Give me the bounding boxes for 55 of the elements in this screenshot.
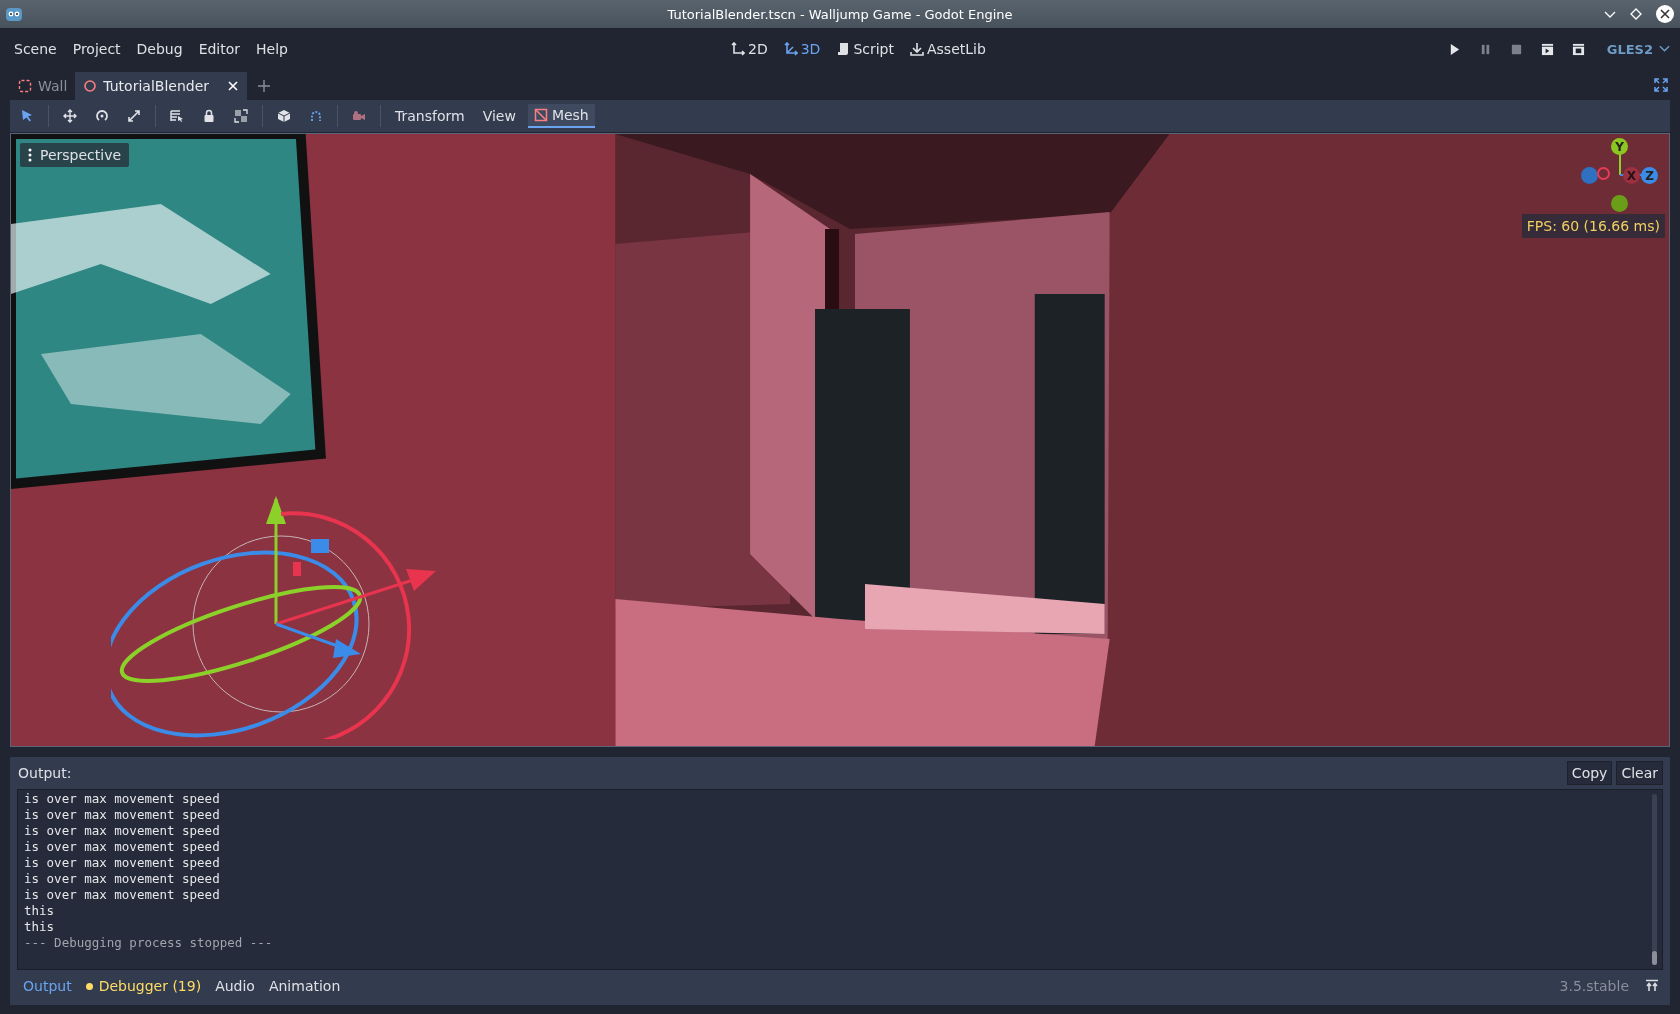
clapperboard-icon[interactable] xyxy=(1571,42,1585,56)
scene-tab[interactable]: TutorialBlender xyxy=(75,72,248,100)
log-line: is over max movement speed xyxy=(23,887,221,903)
log-line: is over max movement speed xyxy=(23,839,221,855)
workspace-button[interactable]: 3D xyxy=(779,37,825,61)
fps-label: FPS: 60 (16.66 ms) xyxy=(1521,214,1665,238)
menu-item[interactable]: Debug xyxy=(128,37,191,61)
workspace-button[interactable]: AssetLib xyxy=(906,37,990,61)
workspace-button[interactable]: Script xyxy=(832,37,898,61)
mesh-icon xyxy=(533,108,548,122)
log-line: is over max movement speed xyxy=(23,791,221,807)
renderer-dropdown[interactable]: GLES2 xyxy=(1602,37,1674,61)
two-d-icon xyxy=(731,42,745,56)
caret-icon xyxy=(1659,45,1670,53)
log-line: --- Debugging process stopped --- xyxy=(23,935,274,951)
expand-panel-icon[interactable] xyxy=(1645,979,1659,993)
close-icon[interactable] xyxy=(1656,5,1674,23)
scene-tab[interactable]: Wall xyxy=(10,72,76,100)
scrollbar[interactable] xyxy=(1652,794,1657,965)
workspace-button[interactable]: 2D xyxy=(727,37,772,61)
kebab-menu-icon xyxy=(28,148,32,162)
window-title: TutorialBlender.tscn - Walljump Game - Godot Engine xyxy=(666,6,1014,22)
clapperboard-icon[interactable] xyxy=(1540,42,1554,56)
log-line: is over max movement speed xyxy=(23,807,221,823)
toolbar-menu[interactable]: Mesh xyxy=(527,104,595,128)
close-icon[interactable] xyxy=(227,80,240,92)
panel-title: Output: xyxy=(17,765,72,781)
output-button[interactable]: Copy xyxy=(1566,761,1613,785)
log-line: is over max movement speed xyxy=(23,823,221,839)
perspective-menu[interactable]: Perspective xyxy=(20,143,130,167)
scroll-icon xyxy=(836,42,851,56)
panel-tab[interactable]: Audio xyxy=(209,975,261,997)
maximize-icon[interactable] xyxy=(1630,8,1642,20)
circle-icon xyxy=(83,79,98,93)
add-tab-icon[interactable] xyxy=(257,79,272,93)
menu-item[interactable]: Editor xyxy=(190,37,249,61)
menu-item[interactable]: Help xyxy=(248,37,296,61)
log-line: is over max movement speed xyxy=(23,855,221,871)
square-frame-icon xyxy=(18,79,32,93)
toolbar-menu[interactable]: View xyxy=(476,103,522,129)
expand-icon[interactable] xyxy=(1654,78,1668,92)
output-button[interactable]: Clear xyxy=(1616,761,1663,785)
axis-handle-dot[interactable] xyxy=(1597,167,1610,180)
three-d-icon xyxy=(783,42,798,56)
log-line: is over max movement speed xyxy=(23,871,221,887)
menu-item[interactable]: Project xyxy=(64,37,129,61)
version-label: 3.5.stable xyxy=(1559,978,1630,994)
log-line: this xyxy=(23,903,56,919)
download-icon xyxy=(910,42,924,56)
toolbar-menu[interactable]: Transform xyxy=(389,103,471,129)
log-line: this xyxy=(23,919,56,935)
panel-tab[interactable]: Output xyxy=(17,975,78,997)
panel-tab[interactable]: Debugger (19) xyxy=(79,975,208,997)
panel-tab[interactable]: Animation xyxy=(262,975,347,997)
menu-item[interactable]: Scene xyxy=(6,37,65,61)
